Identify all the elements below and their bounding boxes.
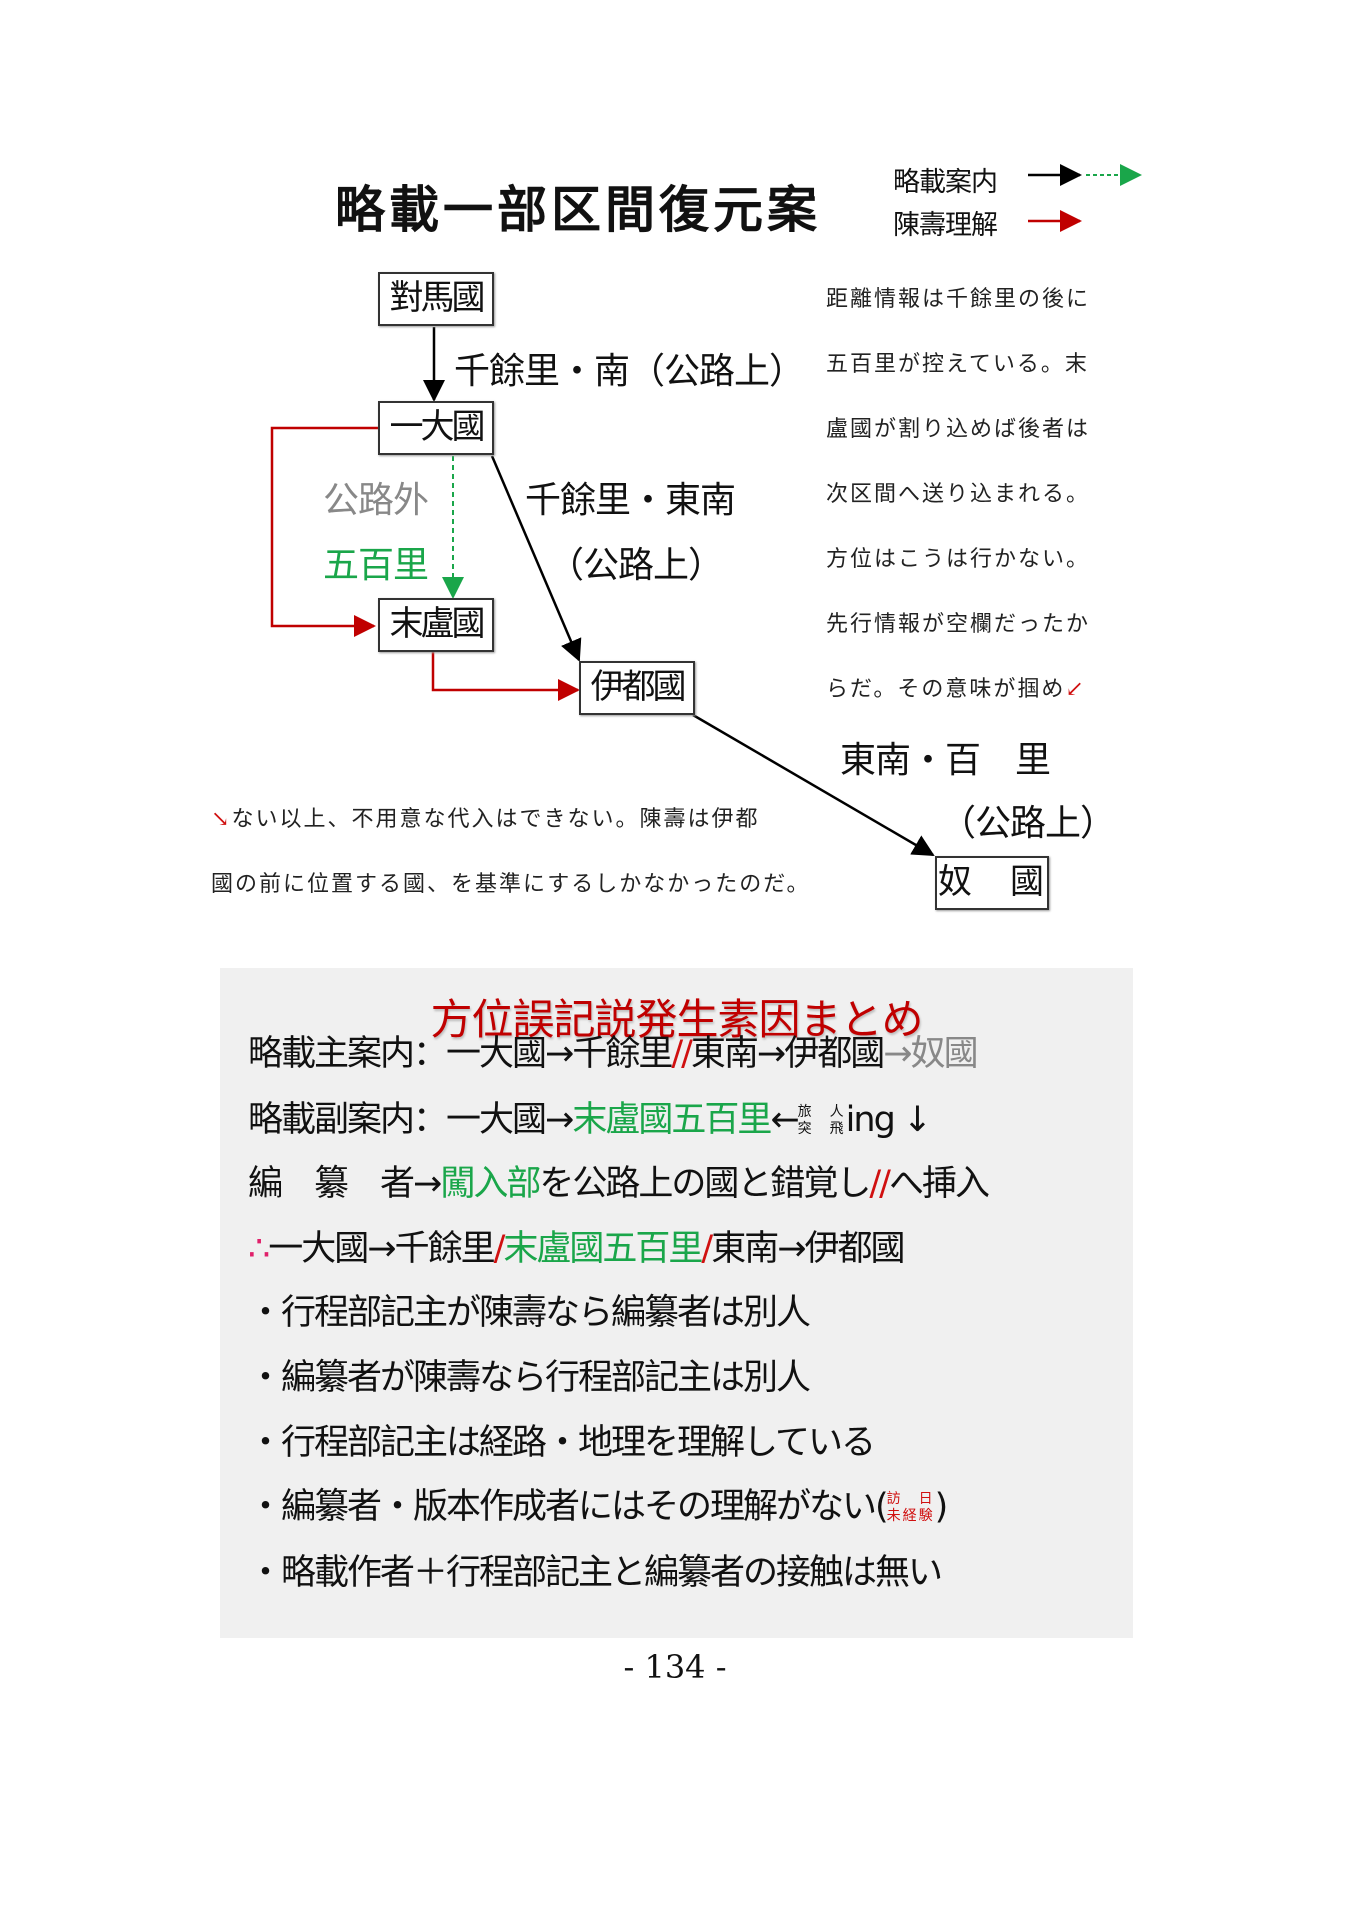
side-text-line: 盧國が割り込めば後者は: [826, 417, 1091, 442]
summary-line: 略載主案内：一大國→千餘里//東南→伊都國→奴國: [248, 1032, 979, 1076]
side-text-line: 距離情報は千餘里の後に: [826, 287, 1091, 312]
summary-segment: //: [671, 1034, 693, 1074]
label-ichidai-ito-distance: 千餘里・東南: [525, 480, 736, 521]
bottom-text-content: ない以上、不用意な代入はできない。陳壽は伊都: [231, 807, 760, 832]
node-tsushima: 對馬國: [378, 272, 494, 326]
bottom-text-line: 國の前に位置する國、を基準にするしかなかったのだ。: [211, 866, 811, 898]
summary-segment: ←: [770, 1100, 799, 1140]
continuation-arrow-icon: ↙: [1065, 677, 1086, 702]
summary-segment: 編 纂 者→: [248, 1164, 442, 1204]
label-offroad: 公路外: [323, 480, 429, 521]
summary-line: ・編纂者が陳壽なら行程部記主は別人: [248, 1356, 811, 1400]
summary-segment: →奴國: [883, 1034, 978, 1074]
summary-segment: 略載主案内：一大國→千餘里: [248, 1034, 673, 1074]
summary-line: ・行程部記主は経路・地理を理解している: [248, 1421, 876, 1465]
arrow-matsura-ito-red: [431, 652, 580, 701]
node-na: 奴 國: [935, 856, 1049, 910]
summary-segment: /: [493, 1229, 506, 1269]
summary-segment: ・行程部記主は経路・地理を理解している: [248, 1423, 876, 1463]
summary-segment: ・行程部記主が陳壽なら編纂者は別人: [248, 1293, 811, 1333]
summary-line: 略載副案内：一大國→末盧國五百里← 旅 人突 飛 ing ↓: [248, 1098, 932, 1142]
bottom-text-line: ↘ない以上、不用意な代入はできない。陳壽は伊都: [211, 801, 759, 833]
node-ito: 伊都國: [579, 661, 695, 715]
summary-segment: ・編纂者が陳壽なら行程部記主は別人: [248, 1358, 811, 1398]
summary-segment: 闖入部: [440, 1164, 541, 1204]
summary-segment: //: [869, 1164, 891, 1204]
summary-segment: へ挿入: [888, 1164, 990, 1204]
summary-segment: 東南→伊都國: [711, 1229, 905, 1269]
summary-segment: 略載副案内：一大國→: [248, 1100, 574, 1140]
summary-segment: 末盧國五百里: [503, 1229, 703, 1269]
annotation-text: 突 飛: [797, 1121, 846, 1137]
label-tsushima-ichidai: 千餘里・南（公路上）: [454, 351, 805, 392]
label-ito-na-road: （公路上）: [940, 803, 1116, 844]
annotation-text: 訪 日: [886, 1491, 935, 1507]
summary-segment: ・編纂者・版本作成者にはその理解がない(: [248, 1487, 889, 1527]
summary-segment: 一大國→千餘里: [268, 1229, 495, 1269]
label-gohyakuri: 五百里: [323, 545, 429, 586]
side-text-line: 次区間へ送り込まれる。: [826, 482, 1091, 507]
annotation-text: 旅 人: [797, 1104, 846, 1120]
side-text-line: 方位はこうは行かない。: [826, 547, 1091, 572]
summary-line: ・編纂者・版本作成者にはその理解がない(訪 日未経験): [248, 1485, 949, 1529]
annotation-text: 未経験: [886, 1508, 935, 1524]
summary-segment: 東南→伊都國: [690, 1034, 885, 1074]
side-text-line: らだ。その意味が掴め↙: [826, 677, 1086, 702]
summary-line: ・行程部記主が陳壽なら編纂者は別人: [248, 1291, 811, 1335]
summary-line: ・略載作者＋行程部記主と編纂者の接触は無い: [248, 1551, 943, 1595]
side-text-line: 先行情報が空欄だったか: [826, 612, 1091, 637]
arrow-ichidai-matsura-red: [270, 426, 378, 637]
summary-panel: 方位誤記説発生素因まとめ 略載主案内：一大國→千餘里//東南→伊都國→奴國 略載副…: [220, 968, 1133, 1638]
node-matsura: 末盧國: [378, 598, 494, 652]
summary-segment: 末盧國五百里: [572, 1100, 772, 1140]
summary-segment: ↓: [893, 1100, 932, 1140]
summary-segment: ing: [845, 1100, 896, 1140]
side-text-line: 五百里が控えている。末: [826, 352, 1089, 377]
page-number: - 134 -: [623, 1648, 727, 1686]
summary-segment: を公路上の國と錯覚し: [539, 1164, 871, 1204]
summary-line: ∴一大國→千餘里/末盧國五百里/東南→伊都國: [248, 1227, 906, 1271]
annotation-stack: 訪 日未経験: [887, 1491, 935, 1525]
summary-line: 編 纂 者→闖入部を公路上の國と錯覚し//へ挿入: [248, 1162, 990, 1206]
label-ichidai-ito-road: （公路上）: [548, 545, 724, 586]
bottom-text-content: 國の前に位置する國、を基準にするしかなかったのだ。: [211, 872, 811, 897]
label-ito-na-distance: 東南・百 里: [840, 740, 1051, 781]
summary-segment: ・略載作者＋行程部記主と編纂者の接触は無い: [248, 1553, 943, 1593]
annotation-stack: 旅 人突 飛: [798, 1104, 846, 1138]
node-ichidai: 一大國: [378, 401, 494, 455]
summary-segment: ): [934, 1487, 949, 1527]
continuation-arrow-icon: ↘: [211, 807, 232, 832]
summary-segment: ∴: [248, 1229, 270, 1269]
summary-segment: /: [701, 1229, 713, 1269]
